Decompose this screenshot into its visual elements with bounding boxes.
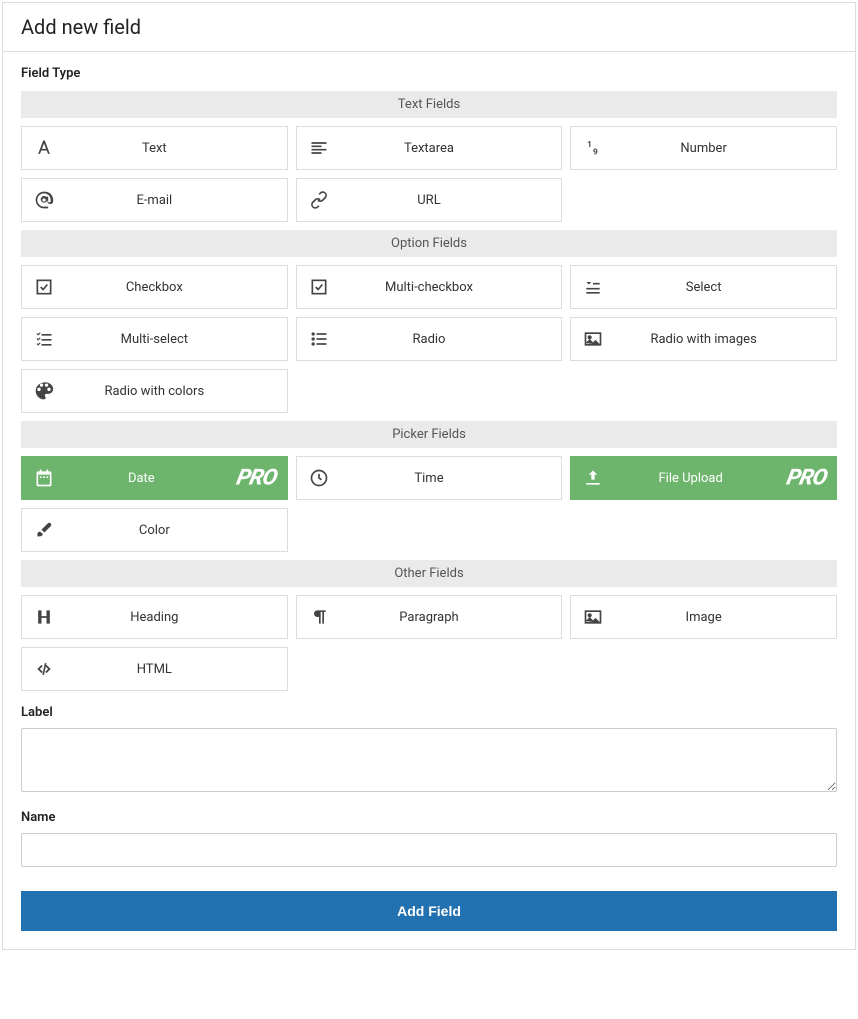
checkbox-icon: [22, 277, 66, 297]
multi-select-icon: [22, 329, 66, 349]
field-radio-colors[interactable]: Radio with colors: [21, 369, 288, 413]
multi-checkbox-icon: [297, 277, 341, 297]
field-number[interactable]: 19 Number: [570, 126, 837, 170]
field-textarea[interactable]: Textarea: [296, 126, 563, 170]
add-field-panel: Add new field Field Type Text Fields Tex…: [2, 2, 856, 950]
field-heading[interactable]: Heading: [21, 595, 288, 639]
field-radio-images[interactable]: Radio with images: [570, 317, 837, 361]
label-input[interactable]: [21, 728, 837, 792]
group-header-picker: Picker Fields: [21, 421, 837, 448]
name-group: Name: [21, 810, 837, 867]
field-time[interactable]: Time: [296, 456, 563, 500]
field-color-label: Color: [66, 523, 287, 538]
palette-icon: [22, 381, 66, 401]
at-icon: [22, 190, 66, 210]
field-email[interactable]: E-mail: [21, 178, 288, 222]
panel-title: Add new field: [3, 3, 855, 52]
heading-icon: [22, 607, 66, 627]
align-left-icon: [297, 138, 341, 158]
field-radio[interactable]: Radio: [296, 317, 563, 361]
select-icon: [571, 277, 615, 297]
field-checkbox[interactable]: Checkbox: [21, 265, 288, 309]
picture-icon: [571, 607, 615, 627]
pro-badge: PRO: [235, 466, 280, 491]
label-group: Label: [21, 705, 837, 796]
name-input[interactable]: [21, 833, 837, 867]
svg-text:9: 9: [593, 148, 598, 158]
upload-icon: [571, 468, 615, 488]
field-type-label: Field Type: [21, 66, 837, 81]
field-paragraph[interactable]: Paragraph: [296, 595, 563, 639]
number-icon: 19: [571, 138, 615, 158]
link-icon: [297, 190, 341, 210]
field-url[interactable]: URL: [296, 178, 563, 222]
clock-icon: [297, 468, 341, 488]
field-select-label: Select: [615, 280, 836, 295]
field-multi-select-label: Multi-select: [66, 332, 287, 347]
field-paragraph-label: Paragraph: [341, 610, 562, 625]
field-html-label: HTML: [66, 662, 287, 677]
field-multi-checkbox[interactable]: Multi-checkbox: [296, 265, 563, 309]
text-fields-grid: Text Textarea 19 Number E-mail URL: [21, 126, 837, 222]
field-heading-label: Heading: [66, 610, 287, 625]
picker-fields-grid: Date PRO Time File Upload PRO Color: [21, 456, 837, 552]
field-image[interactable]: Image: [570, 595, 837, 639]
font-icon: [22, 138, 66, 158]
field-email-label: E-mail: [66, 193, 287, 208]
list-icon: [297, 329, 341, 349]
brush-icon: [22, 520, 66, 540]
field-select[interactable]: Select: [570, 265, 837, 309]
name-field-label: Name: [21, 810, 837, 825]
field-file-upload[interactable]: File Upload PRO: [570, 456, 837, 500]
svg-text:1: 1: [587, 140, 592, 150]
label-field-label: Label: [21, 705, 837, 720]
field-text[interactable]: Text: [21, 126, 288, 170]
field-color[interactable]: Color: [21, 508, 288, 552]
field-url-label: URL: [341, 193, 562, 208]
add-field-button[interactable]: Add Field: [21, 891, 837, 931]
option-fields-grid: Checkbox Multi-checkbox Select Multi-sel…: [21, 265, 837, 413]
group-header-other: Other Fields: [21, 560, 837, 587]
image-icon: [571, 329, 615, 349]
field-text-label: Text: [66, 141, 287, 156]
code-icon: [22, 659, 66, 679]
field-date[interactable]: Date PRO: [21, 456, 288, 500]
field-multi-checkbox-label: Multi-checkbox: [341, 280, 562, 295]
field-textarea-label: Textarea: [341, 141, 562, 156]
field-number-label: Number: [615, 141, 836, 156]
other-fields-grid: Heading Paragraph Image HTML: [21, 595, 837, 691]
field-checkbox-label: Checkbox: [66, 280, 287, 295]
field-image-label: Image: [615, 610, 836, 625]
calendar-icon: [22, 468, 66, 488]
field-html[interactable]: HTML: [21, 647, 288, 691]
field-radio-colors-label: Radio with colors: [66, 384, 287, 399]
group-header-option: Option Fields: [21, 230, 837, 257]
field-radio-images-label: Radio with images: [615, 332, 836, 347]
paragraph-icon: [297, 607, 341, 627]
panel-body: Field Type Text Fields Text Textarea 19 …: [3, 52, 855, 949]
group-header-text: Text Fields: [21, 91, 837, 118]
pro-badge: PRO: [784, 466, 829, 491]
field-radio-label: Radio: [341, 332, 562, 347]
field-time-label: Time: [341, 471, 562, 486]
field-multi-select[interactable]: Multi-select: [21, 317, 288, 361]
